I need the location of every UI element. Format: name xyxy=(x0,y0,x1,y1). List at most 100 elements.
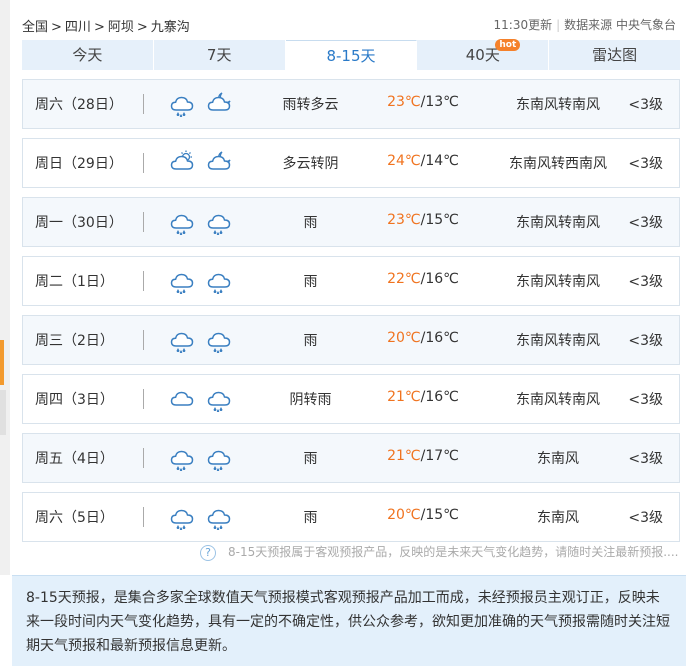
weather-desc: 雨转多云 xyxy=(282,97,339,113)
weather-desc: 雨 xyxy=(303,333,318,349)
breadcrumb-separator: > xyxy=(51,20,62,35)
data-source: 数据来源 中央气象台 xyxy=(564,18,676,32)
breadcrumb-separator: > xyxy=(136,20,148,35)
rain-cloud-icon xyxy=(168,445,196,472)
wind-level: <3级 xyxy=(628,333,663,349)
row-divider xyxy=(143,212,144,232)
temperature: 22℃/16℃ xyxy=(368,271,478,287)
forecast-row: 周六（28日） 雨转多云 23℃/13℃ 东南风转南风 <3级 xyxy=(22,79,680,129)
high-temp: 24℃ xyxy=(387,153,421,169)
rain-cloud-icon xyxy=(168,327,196,354)
wind-level: <3级 xyxy=(628,215,663,231)
low-temp: /15℃ xyxy=(420,212,459,228)
rain-cloud-icon xyxy=(205,209,233,236)
top-bar: 全国 > 四川 > 阿坝 > 九寨沟 11:30更新 | 数据来源 中央气象台 xyxy=(22,13,682,37)
breadcrumb-province[interactable]: 四川 xyxy=(65,20,91,35)
day-label: 周四（3日） xyxy=(35,392,114,408)
weather-desc: 雨 xyxy=(303,451,318,467)
tab-label: 40天 xyxy=(465,46,500,64)
row-divider xyxy=(143,271,144,291)
low-temp: /16℃ xyxy=(420,330,459,346)
rain-cloud-icon xyxy=(205,327,233,354)
question-icon[interactable]: ? xyxy=(200,544,216,561)
row-divider xyxy=(143,330,144,350)
forecast-row: 周五（4日）雨 21℃/17℃ 东南风 <3级 xyxy=(22,433,680,483)
tab-label: 今天 xyxy=(72,46,103,64)
rain-cloud-icon xyxy=(205,445,233,472)
weather-desc: 阴转雨 xyxy=(289,392,332,408)
rain-cloud-icon xyxy=(205,268,233,295)
update-time: 11:30更新 xyxy=(493,18,553,32)
low-temp: /16℃ xyxy=(420,389,459,405)
forecast-row: 周一（30日）雨 23℃/15℃ 东南风转南风 <3级 xyxy=(22,197,680,247)
day-label: 周五（4日） xyxy=(35,451,114,467)
low-temp: /13℃ xyxy=(420,94,459,110)
rain-cloud-icon xyxy=(205,386,233,413)
day-label: 周日（29日） xyxy=(35,156,123,172)
hot-badge: hot xyxy=(495,39,521,51)
high-temp: 21℃ xyxy=(387,389,421,405)
temperature: 20℃/15℃ xyxy=(368,507,478,523)
weather-desc: 雨 xyxy=(303,274,318,290)
tab-radar[interactable]: 雷达图 xyxy=(549,40,680,70)
wind-level: <3级 xyxy=(628,392,663,408)
forecast-row: 周三（2日）雨 20℃/16℃ 东南风转南风 <3级 xyxy=(22,315,680,365)
sun-cloud-icon xyxy=(168,150,196,176)
day-label: 周六（28日） xyxy=(35,97,123,113)
wind-level: <3级 xyxy=(628,510,663,526)
tab-40-days[interactable]: 40天 hot xyxy=(417,39,550,70)
tab-label: 8-15天 xyxy=(326,47,376,65)
tab-7-days[interactable]: 7天 xyxy=(153,40,286,70)
high-temp: 20℃ xyxy=(387,507,421,523)
meta-divider: | xyxy=(556,18,561,32)
low-temp: /16℃ xyxy=(420,271,459,287)
moon-cloud-icon xyxy=(205,91,233,117)
low-temp: /14℃ xyxy=(420,153,459,169)
wind-level: <3级 xyxy=(628,156,663,172)
row-divider xyxy=(143,153,144,173)
tab-label: 7天 xyxy=(206,46,232,64)
wind-level: <3级 xyxy=(628,451,663,467)
weather-desc: 雨 xyxy=(303,215,318,231)
row-divider xyxy=(143,448,144,468)
row-divider xyxy=(143,94,144,114)
wind-level: <3级 xyxy=(628,97,663,113)
day-label: 周三（2日） xyxy=(35,333,114,349)
left-edge-bar xyxy=(0,0,10,575)
temperature: 23℃/13℃ xyxy=(368,94,478,110)
forecast-row: 周日（29日） 多云转阴 24℃/14℃ 东南风转西南风 <3级 xyxy=(22,138,680,188)
info-panel: 8-15天预报，是集合多家全球数值天气预报模式客观预报产品加工而成，未经预报员主… xyxy=(12,575,686,666)
temperature: 21℃/17℃ xyxy=(368,448,478,464)
forecast-list: 周六（28日） 雨转多云 23℃/13℃ 东南风转南风 <3级 周日（29日） 多云转阴 24… xyxy=(22,79,680,551)
tab-label: 雷达图 xyxy=(592,46,638,64)
row-divider xyxy=(143,507,144,527)
moon-cloud-icon xyxy=(205,150,233,176)
info-text: 8-15天预报，是集合多家全球数值天气预报模式客观预报产品加工而成，未经预报员主… xyxy=(26,590,670,654)
left-edge-tab-active[interactable] xyxy=(0,340,4,385)
temperature: 24℃/14℃ xyxy=(368,153,478,169)
rain-cloud-icon xyxy=(168,91,196,118)
breadcrumb-separator: > xyxy=(93,20,105,35)
day-label: 周一（30日） xyxy=(35,215,123,231)
day-label: 周六（5日） xyxy=(35,510,114,526)
forecast-row: 周二（1日）雨 22℃/16℃ 东南风转南风 <3级 xyxy=(22,256,680,306)
high-temp: 22℃ xyxy=(387,271,421,287)
forecast-row: 周四（3日） 阴转雨 21℃/16℃ 东南风转南风 <3级 xyxy=(22,374,680,424)
low-temp: /17℃ xyxy=(420,448,459,464)
day-label: 周二（1日） xyxy=(35,274,114,290)
breadcrumb-prefecture[interactable]: 阿坝 xyxy=(108,20,134,35)
high-temp: 23℃ xyxy=(387,94,421,110)
rain-cloud-icon xyxy=(205,504,233,531)
wind-level: <3级 xyxy=(628,274,663,290)
temperature: 21℃/16℃ xyxy=(368,389,478,405)
left-edge-tab[interactable] xyxy=(0,390,6,435)
breadcrumb-national[interactable]: 全国 xyxy=(22,20,48,35)
tab-today[interactable]: 今天 xyxy=(22,40,154,70)
forecast-row: 周六（5日）雨 20℃/15℃ 东南风 <3级 xyxy=(22,492,680,542)
breadcrumb: 全国 > 四川 > 阿坝 > 九寨沟 xyxy=(22,16,190,35)
high-temp: 21℃ xyxy=(387,448,421,464)
temperature: 20℃/16℃ xyxy=(368,330,478,346)
weather-desc: 雨 xyxy=(303,510,318,526)
tab-8-15-days[interactable]: 8-15天 xyxy=(285,40,418,71)
low-temp: /15℃ xyxy=(420,507,459,523)
